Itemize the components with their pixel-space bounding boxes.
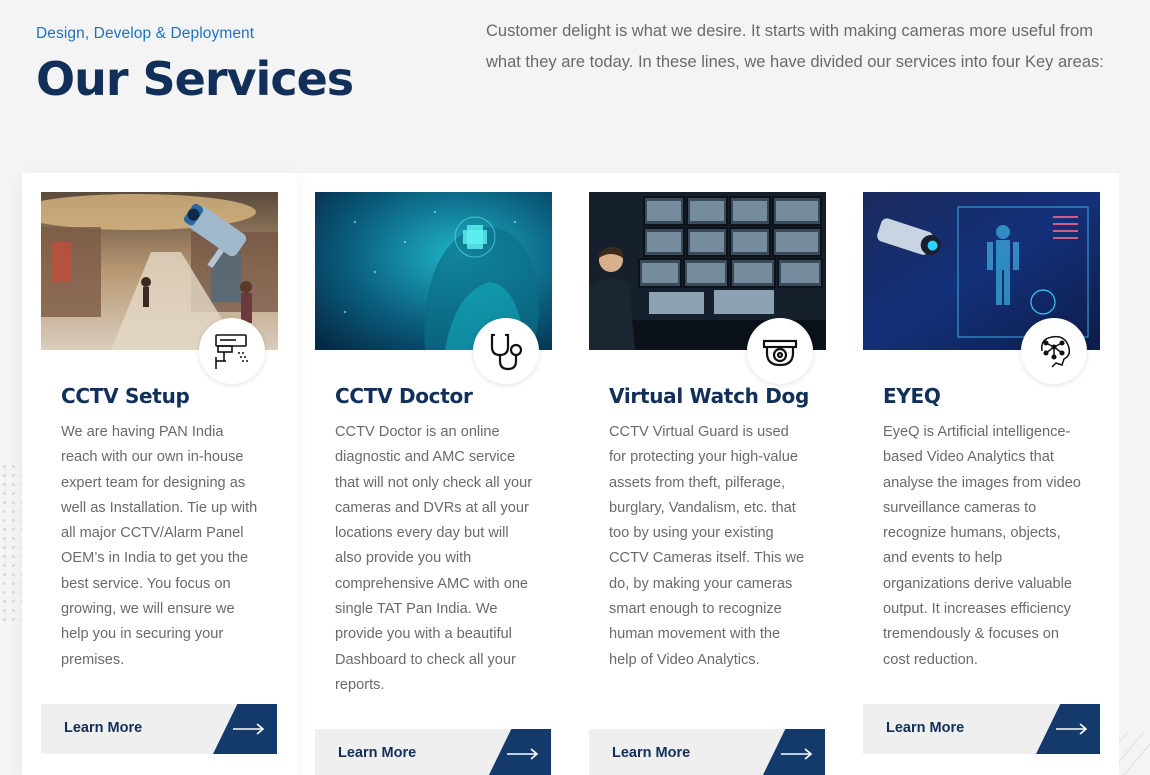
learn-more-button[interactable]: Learn More [589,729,825,775]
arrow-right-icon [1036,704,1100,754]
service-card-virtual-watch-dog: Virtual Watch Dog CCTV Virtual Guard is … [570,173,845,775]
learn-more-button[interactable]: Learn More [863,704,1100,754]
dome-camera-icon [747,318,813,384]
arrow-right-icon [487,729,551,775]
card-description: CCTV Virtual Guard is used for protectin… [609,424,805,668]
ai-brain-icon [1021,318,1087,384]
learn-more-button[interactable]: Learn More [41,704,277,754]
learn-more-label: Learn More [64,720,143,736]
decorative-dot-pattern [0,462,24,622]
arrow-right-icon [213,704,277,754]
service-card-cctv-setup: CCTV Setup We are having PAN India reach… [22,173,297,775]
card-description: CCTV Doctor is an online diagnostic and … [335,424,533,693]
learn-more-label: Learn More [338,745,417,761]
learn-more-label: Learn More [612,745,691,761]
service-card-eyeq: EYEQ EyeQ is Artificial intelligence-bas… [844,173,1119,775]
service-card-cctv-doctor: CCTV Doctor CCTV Doctor is an online dia… [296,173,571,775]
stethoscope-icon [473,318,539,384]
arrow-right-icon [761,729,825,775]
card-title: CCTV Doctor [335,384,473,408]
card-description: We are having PAN India reach with our o… [61,424,258,668]
learn-more-button[interactable]: Learn More [315,729,551,775]
card-description: EyeQ is Artificial intelligence-based Vi… [883,424,1081,668]
cctv-camera-icon [199,318,265,384]
card-title: CCTV Setup [61,384,190,408]
section-intro: Customer delight is what we desire. It s… [486,22,1104,71]
section-eyebrow: Design, Develop & Deployment [36,25,255,42]
card-title: Virtual Watch Dog [609,384,809,408]
page-title: Our Services [36,52,354,106]
learn-more-label: Learn More [886,720,965,736]
card-title: EYEQ [883,384,941,408]
